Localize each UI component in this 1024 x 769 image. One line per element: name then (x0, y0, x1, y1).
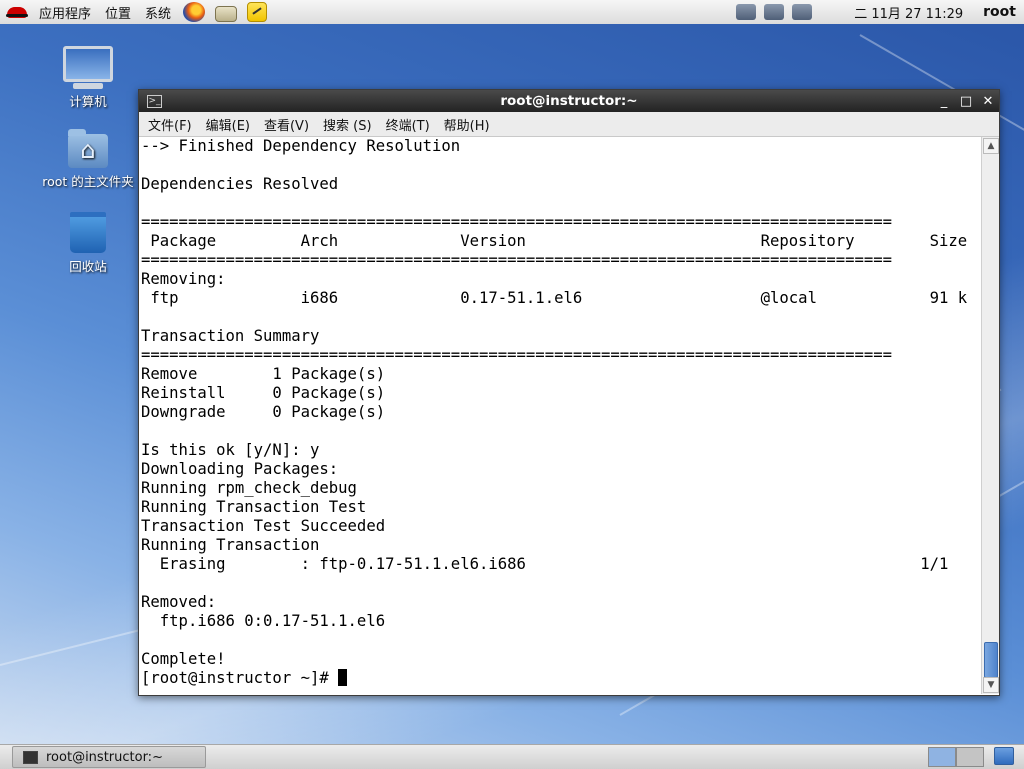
menu-terminal[interactable]: 终端(T) (379, 115, 437, 134)
terminal-window: >_ root@instructor:~ _ □ ✕ 文件(F) 编辑(E) 查… (138, 89, 1000, 696)
terminal-line: Removed: (141, 593, 217, 611)
workspace-switcher (928, 747, 1018, 767)
taskbar-button-terminal[interactable]: root@instructor:~ (12, 746, 206, 768)
desktop-icon-computer[interactable]: 计算机 (33, 46, 143, 110)
minimize-button[interactable]: _ (933, 94, 955, 109)
terminal-line: ========================================… (141, 213, 893, 231)
close-button[interactable]: ✕ (977, 94, 999, 109)
terminal-scrollbar[interactable]: ▲ ▼ (981, 137, 999, 694)
trash-icon (70, 212, 106, 253)
scrollbar-thumb[interactable] (984, 642, 998, 678)
terminal-line: Running Transaction Test (141, 498, 367, 516)
menu-system[interactable]: 系统 (138, 3, 178, 22)
desktop-icon-trash[interactable]: 回收站 (33, 212, 143, 275)
maximize-button[interactable]: □ (955, 94, 977, 109)
terminal-cursor (338, 669, 348, 686)
scroll-down-icon[interactable]: ▼ (983, 677, 999, 693)
terminal-line: Package Arch Version Repository Size (150, 232, 968, 250)
terminal-line: Downloading Packages: (141, 460, 339, 478)
menu-places[interactable]: 位置 (98, 3, 138, 22)
workspace-1[interactable] (928, 747, 956, 767)
menu-edit[interactable]: 编辑(E) (199, 115, 257, 134)
terminal-line: Downgrade 0 Package(s) (141, 403, 386, 421)
terminal-line: Remove 1 Package(s) (141, 365, 386, 383)
redhat-logo-icon[interactable] (6, 2, 28, 22)
user-name[interactable]: root (983, 4, 1016, 20)
volume-icon[interactable] (764, 4, 785, 20)
top-panel: 应用程序 位置 系统 二 11月 27 11:29 root (0, 0, 1024, 25)
display-icon[interactable] (792, 4, 813, 20)
terminal-line: Transaction Test Succeeded (141, 517, 386, 535)
terminal-prompt: [root@instructor ~]# (141, 669, 339, 687)
terminal-icon (23, 750, 38, 764)
terminal-line: Running rpm_check_debug (141, 479, 357, 497)
mail-icon[interactable] (215, 5, 238, 22)
desktop-icon-home[interactable]: root 的主文件夹 (33, 129, 143, 190)
menu-applications[interactable]: 应用程序 (32, 3, 98, 22)
terminal-line: --> Finished Dependency Resolution (141, 137, 461, 155)
taskbar-button-label: root@instructor:~ (46, 749, 163, 765)
desktop-icon-label: root 的主文件夹 (42, 174, 134, 189)
terminal-line: Complete! (141, 650, 226, 668)
terminal-line: ftp i686 0.17-51.1.el6 @local 91 k (150, 289, 968, 307)
computer-icon (63, 46, 113, 82)
terminal-line: Transaction Summary (141, 327, 320, 345)
terminal-line: ========================================… (141, 251, 893, 269)
terminal-icon[interactable]: >_ (147, 94, 162, 108)
firefox-icon[interactable] (183, 2, 206, 22)
terminal-output[interactable]: --> Finished Dependency Resolution Depen… (139, 137, 981, 694)
terminal-line: Dependencies Resolved (141, 175, 339, 193)
desktop-icon-label: 计算机 (69, 94, 107, 109)
bottom-panel: root@instructor:~ (0, 744, 1024, 769)
system-tray: 二 11月 27 11:29 root (732, 3, 1024, 22)
clock[interactable]: 二 11月 27 11:29 (854, 3, 963, 22)
menu-help[interactable]: 帮助(H) (437, 115, 497, 134)
menu-search[interactable]: 搜索 (S) (316, 115, 379, 134)
network-icon[interactable] (736, 4, 757, 20)
home-folder-icon (68, 129, 108, 168)
terminal-line: Erasing : ftp-0.17-51.1.el6.i686 1/1 (159, 555, 949, 573)
terminal-line: Removing: (141, 270, 226, 288)
scroll-up-icon[interactable]: ▲ (983, 138, 999, 154)
menu-file[interactable]: 文件(F) (141, 115, 199, 134)
menu-view[interactable]: 查看(V) (257, 115, 316, 134)
terminal-line: Reinstall 0 Package(s) (141, 384, 386, 402)
terminal-line: ftp.i686 0:0.17-51.1.el6 (159, 612, 386, 630)
show-desktop-icon[interactable] (994, 747, 1014, 765)
notes-icon[interactable] (247, 2, 268, 22)
terminal-line: Is this ok [y/N]: y (141, 441, 320, 459)
desktop-icon-label: 回收站 (69, 259, 107, 274)
terminal-line: Running Transaction (141, 536, 320, 554)
window-menubar: 文件(F) 编辑(E) 查看(V) 搜索 (S) 终端(T) 帮助(H) (139, 112, 999, 137)
window-title: root@instructor:~ (500, 93, 638, 109)
workspace-2[interactable] (956, 747, 984, 767)
terminal-line: ========================================… (141, 346, 893, 364)
window-titlebar[interactable]: >_ root@instructor:~ _ □ ✕ (139, 90, 999, 112)
